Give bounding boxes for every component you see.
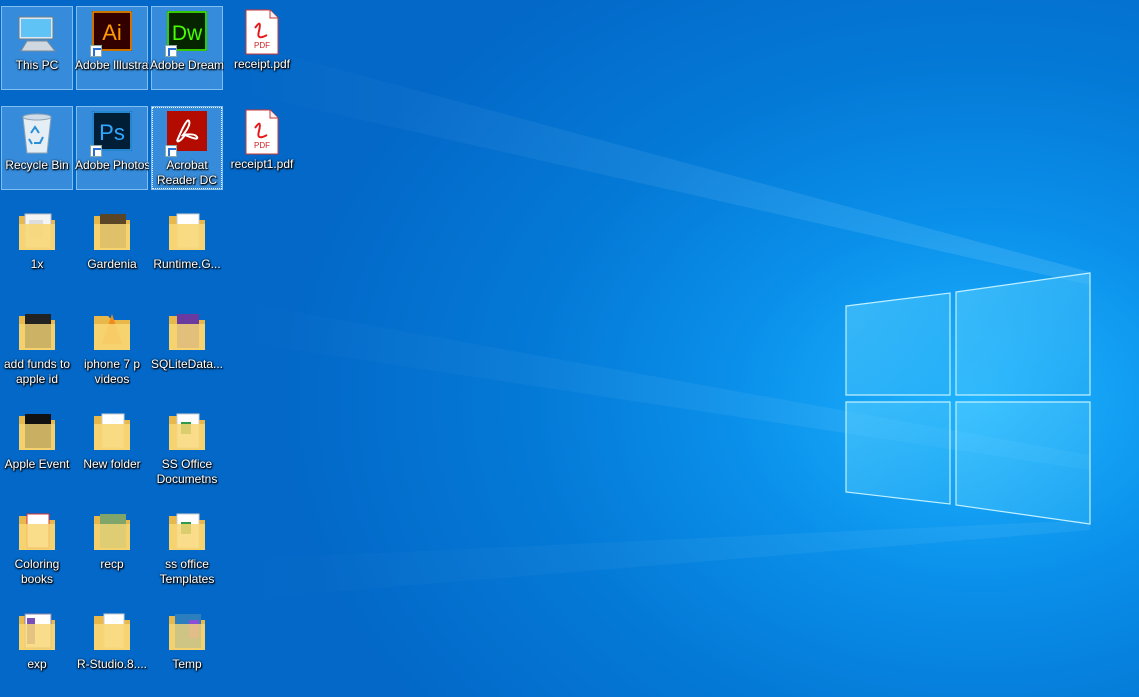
pdf-badge: PDF: [254, 41, 270, 50]
icon-label: Gardenia: [87, 257, 137, 271]
icon-label: Temp: [172, 657, 202, 671]
adobe-photoshop-icon: Ps: [88, 109, 136, 157]
desktop-icon-folder-gardenia[interactable]: Gardenia: [76, 206, 148, 290]
dreamweaver-badge: Dw: [172, 22, 203, 45]
desktop[interactable]: This PC Ai Adobe Illustrat... Dw Adobe D…: [0, 0, 1139, 697]
folder-icon: [163, 608, 211, 656]
shortcut-arrow-icon: [165, 45, 177, 57]
acrobat-reader-icon: [163, 109, 211, 157]
icon-label: This PC: [15, 58, 59, 72]
icon-label: exp: [27, 657, 47, 671]
folder-icon: [88, 508, 136, 556]
photoshop-badge: Ps: [99, 120, 125, 145]
desktop-icon-folder-apple-event[interactable]: Apple Event: [1, 406, 73, 490]
icon-label: Adobe Illustrat...: [75, 58, 149, 72]
desktop-icon-receipt1-pdf[interactable]: PDF receipt1.pdf: [226, 106, 298, 190]
folder-icon: [163, 508, 211, 556]
illustrator-badge: Ai: [102, 20, 122, 45]
icon-label: recp: [100, 557, 124, 571]
desktop-icon-acrobat-reader[interactable]: Acrobat Reader DC: [151, 106, 223, 190]
desktop-icon-folder-new-folder[interactable]: New folder: [76, 406, 148, 490]
icon-label: Acrobat Reader DC: [156, 158, 218, 187]
windows-logo: [845, 272, 1091, 525]
icon-label: Adobe Dreamwea...: [150, 58, 224, 72]
pdf-file-icon: PDF: [238, 108, 286, 156]
icon-label: Apple Event: [4, 457, 70, 471]
folder-icon: [13, 508, 61, 556]
pdf-file-icon: PDF: [238, 8, 286, 56]
folder-icon: [88, 208, 136, 256]
folder-icon: [163, 408, 211, 456]
recycle-bin-icon: [13, 109, 61, 157]
pdf-badge: PDF: [254, 141, 270, 150]
icon-label: iphone 7 p videos: [83, 357, 141, 386]
adobe-illustrator-icon: Ai: [88, 9, 136, 57]
desktop-icon-folder-temp[interactable]: Temp: [151, 606, 223, 690]
icon-label: Coloring books: [14, 557, 60, 586]
desktop-icon-folder-add-funds[interactable]: add funds to apple id: [1, 306, 73, 390]
icon-label: Adobe Photosh...: [75, 158, 149, 172]
this-pc-icon: [13, 9, 61, 57]
desktop-icon-recycle-bin[interactable]: Recycle Bin: [1, 106, 73, 190]
folder-icon: [13, 408, 61, 456]
shortcut-arrow-icon: [90, 45, 102, 57]
icon-label: Runtime.G...: [153, 257, 221, 271]
desktop-icon-folder-ss-office-templates[interactable]: ss office Templates: [151, 506, 223, 590]
folder-icon: [13, 308, 61, 356]
icon-label: add funds to apple id: [3, 357, 71, 386]
icon-label: receipt.pdf: [233, 57, 291, 71]
desktop-icon-folder-ss-office-documetns[interactable]: SS Office Documetns: [151, 406, 223, 490]
desktop-icon-folder-exp[interactable]: exp: [1, 606, 73, 690]
folder-icon: [88, 308, 136, 356]
folder-icon: [13, 208, 61, 256]
folder-icon: [88, 608, 136, 656]
desktop-icon-receipt-pdf[interactable]: PDF receipt.pdf: [226, 6, 298, 90]
desktop-icon-folder-r-studio[interactable]: R-Studio.8....: [76, 606, 148, 690]
adobe-dreamweaver-icon: Dw: [163, 9, 211, 57]
desktop-icon-adobe-dreamweaver[interactable]: Dw Adobe Dreamwea...: [150, 6, 224, 90]
shortcut-arrow-icon: [165, 145, 177, 157]
desktop-icon-folder-1x[interactable]: 1x: [1, 206, 73, 290]
icon-label: 1x: [30, 257, 44, 271]
desktop-icon-adobe-photoshop[interactable]: Ps Adobe Photosh...: [75, 106, 149, 190]
icon-label: R-Studio.8....: [76, 657, 148, 671]
desktop-icon-adobe-illustrator[interactable]: Ai Adobe Illustrat...: [75, 6, 149, 90]
icon-label: receipt1.pdf: [230, 157, 294, 171]
desktop-icon-folder-recp[interactable]: recp: [76, 506, 148, 590]
folder-icon: [88, 408, 136, 456]
desktop-icon-folder-sqlitedata[interactable]: SQLiteData...: [151, 306, 223, 390]
icon-label: Recycle Bin: [5, 158, 69, 172]
desktop-icon-folder-iphone-videos[interactable]: iphone 7 p videos: [76, 306, 148, 390]
folder-icon: [13, 608, 61, 656]
icon-label: ss office Templates: [159, 557, 215, 586]
icon-label: SQLiteData...: [150, 357, 224, 371]
shortcut-arrow-icon: [90, 145, 102, 157]
folder-icon: [163, 208, 211, 256]
desktop-icon-this-pc[interactable]: This PC: [1, 6, 73, 90]
icon-label: New folder: [83, 457, 141, 471]
folder-icon: [163, 308, 211, 356]
icon-label: SS Office Documetns: [156, 457, 218, 486]
desktop-icon-folder-runtime[interactable]: Runtime.G...: [151, 206, 223, 290]
desktop-icon-folder-coloring-books[interactable]: Coloring books: [1, 506, 73, 590]
